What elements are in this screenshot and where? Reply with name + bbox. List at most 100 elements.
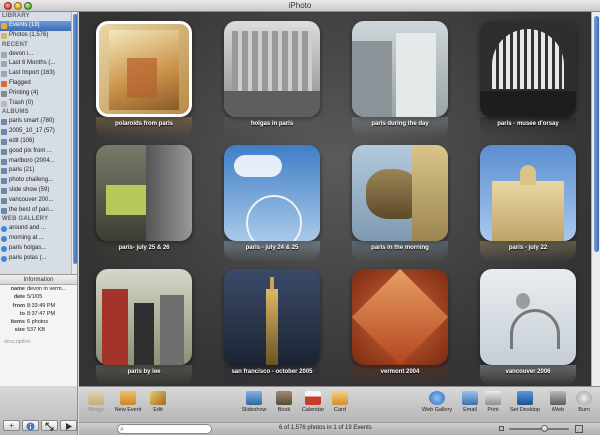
event-tile[interactable]: paris - july 24 & 25 bbox=[224, 145, 320, 262]
zoom-slider[interactable] bbox=[509, 428, 569, 430]
sidebar-item-album[interactable]: 2005_10_17 (57) bbox=[0, 127, 72, 137]
sidebar-item-album[interactable]: marlboro (2004... bbox=[0, 157, 72, 167]
sidebar-item-recent[interactable]: Printing (4) bbox=[0, 89, 72, 99]
play-slideshow-button[interactable] bbox=[60, 420, 77, 431]
sidebar-scroll-thumb[interactable] bbox=[73, 14, 77, 264]
edit-button[interactable]: Edit bbox=[149, 391, 167, 413]
event-tile[interactable]: vancouver 2006 bbox=[480, 269, 576, 386]
web-gallery-button[interactable]: Web Gallery bbox=[419, 391, 455, 413]
email-icon bbox=[462, 391, 478, 405]
event-title[interactable]: paris by lee bbox=[86, 369, 202, 375]
sidebar-item-recent[interactable]: devon i... bbox=[0, 50, 72, 60]
sidebar-item-recent[interactable]: Last 6 Months (... bbox=[0, 59, 72, 69]
album-icon bbox=[1, 187, 7, 194]
sidebar-item-recent[interactable]: Last Import (163) bbox=[0, 69, 72, 79]
event-thumbnail[interactable] bbox=[480, 145, 576, 241]
slideshow-button[interactable]: Slideshow bbox=[239, 391, 269, 413]
event-thumbnail[interactable] bbox=[224, 21, 320, 117]
sidebar-item-album[interactable]: paris (21) bbox=[0, 166, 72, 176]
events-icon bbox=[1, 23, 7, 29]
event-title[interactable]: holgas in paris bbox=[214, 121, 330, 127]
sidebar-item-album[interactable]: edit (106) bbox=[0, 137, 72, 147]
new-event-button[interactable]: New Event bbox=[112, 391, 144, 413]
set-desktop-button[interactable]: Set Desktop bbox=[507, 391, 543, 413]
sidebar-item-web-gallery[interactable]: paris polas (... bbox=[0, 254, 72, 264]
event-tile[interactable]: vermont 2004 bbox=[352, 269, 448, 386]
zoom-in-icon[interactable] bbox=[575, 425, 583, 433]
info-button[interactable] bbox=[22, 420, 39, 431]
globe-icon bbox=[1, 255, 7, 262]
expand-icon bbox=[45, 422, 54, 431]
event-title[interactable]: paris- july 25 & 26 bbox=[86, 245, 202, 251]
sidebar-item-web-gallery[interactable]: morning at ... bbox=[0, 234, 72, 244]
album-icon bbox=[1, 207, 7, 214]
sidebar-item-photos[interactable]: Photos (1,576) bbox=[0, 31, 72, 41]
zoom-slider-knob[interactable] bbox=[541, 425, 548, 432]
event-title[interactable]: san francisco - october 2005 bbox=[214, 369, 330, 375]
sidebar-item-album[interactable]: slide show (59) bbox=[0, 186, 72, 196]
sidebar-item-recent[interactable]: Trash (0) bbox=[0, 99, 72, 109]
sidebar-item-recent[interactable]: Flagged bbox=[0, 79, 72, 89]
event-thumbnail[interactable] bbox=[480, 269, 576, 365]
full-screen-button[interactable] bbox=[41, 420, 58, 431]
event-thumbnail[interactable] bbox=[224, 269, 320, 365]
event-tile[interactable]: paris in the morning bbox=[352, 145, 448, 262]
events-scrollbar[interactable] bbox=[591, 12, 600, 386]
sidebar-item-events[interactable]: Events (19) bbox=[0, 21, 72, 31]
card-button[interactable]: Card bbox=[331, 391, 349, 413]
calendar-button[interactable]: Calendar bbox=[299, 391, 327, 413]
zoom-out-icon[interactable] bbox=[499, 426, 504, 431]
event-tile[interactable]: holgas in paris bbox=[224, 21, 320, 138]
album-icon bbox=[1, 178, 7, 185]
event-thumbnail[interactable] bbox=[96, 21, 192, 117]
merge-button[interactable]: Merge bbox=[85, 391, 107, 413]
sidebar-item-album[interactable]: vancouver 200... bbox=[0, 196, 72, 206]
event-thumbnail[interactable] bbox=[480, 21, 576, 117]
event-tile[interactable]: san francisco - october 2005 bbox=[224, 269, 320, 386]
pencil-icon bbox=[150, 391, 166, 405]
event-tile[interactable]: polaroids from paris bbox=[96, 21, 192, 138]
event-thumbnail[interactable] bbox=[352, 145, 448, 241]
event-title[interactable]: polaroids from paris bbox=[86, 121, 202, 127]
print-button[interactable]: Print bbox=[484, 391, 502, 413]
sidebar-item-album[interactable]: paris smart (780) bbox=[0, 117, 72, 127]
event-thumbnail[interactable] bbox=[96, 269, 192, 365]
trash-icon bbox=[1, 100, 7, 107]
event-title[interactable]: paris - july 22 bbox=[470, 245, 586, 251]
email-button[interactable]: Email bbox=[460, 391, 480, 413]
event-thumbnail[interactable] bbox=[224, 145, 320, 241]
sidebar-scrollbar[interactable] bbox=[71, 12, 77, 274]
sidebar-item-album[interactable]: the best of pari... bbox=[0, 206, 72, 216]
event-tile[interactable]: paris during the day bbox=[352, 21, 448, 138]
sidebar-item-web-gallery[interactable]: paris holgas... bbox=[0, 244, 72, 254]
burn-button[interactable]: Burn bbox=[574, 391, 594, 413]
add-album-button[interactable]: + bbox=[3, 420, 20, 431]
event-title[interactable]: paris during the day bbox=[342, 121, 458, 127]
sidebar-item-web-gallery[interactable]: around and ... bbox=[0, 224, 72, 234]
event-title[interactable]: paris - musee d'orsay bbox=[470, 121, 586, 127]
event-tile[interactable]: paris- july 25 & 26 bbox=[96, 145, 192, 262]
calendar-icon bbox=[305, 391, 321, 405]
event-title[interactable]: paris - july 24 & 25 bbox=[214, 245, 330, 251]
event-title[interactable]: paris in the morning bbox=[342, 245, 458, 251]
event-tile[interactable]: paris by lee bbox=[96, 269, 192, 386]
event-title[interactable]: vermont 2004 bbox=[342, 369, 458, 375]
event-thumbnail[interactable] bbox=[96, 145, 192, 241]
sidebar-item-album[interactable]: photo challeng... bbox=[0, 176, 72, 186]
printer-icon bbox=[1, 90, 7, 97]
book-button[interactable]: Book bbox=[274, 391, 294, 413]
search-field[interactable]: ⌕ bbox=[117, 424, 212, 434]
events-scroll-thumb[interactable] bbox=[594, 16, 599, 252]
source-list-tools: + bbox=[0, 386, 78, 435]
event-title[interactable]: vancouver 2006 bbox=[470, 369, 586, 375]
flag-icon bbox=[1, 80, 7, 87]
event-tile[interactable]: paris - july 22 bbox=[480, 145, 576, 262]
album-icon bbox=[1, 158, 7, 165]
description-field[interactable]: description bbox=[0, 335, 77, 349]
info-icon bbox=[26, 422, 35, 431]
iweb-button[interactable]: iWeb bbox=[549, 391, 567, 413]
event-tile[interactable]: paris - musee d'orsay bbox=[480, 21, 576, 138]
event-thumbnail[interactable] bbox=[352, 21, 448, 117]
event-thumbnail[interactable] bbox=[352, 269, 448, 365]
sidebar-item-album[interactable]: good pix from ... bbox=[0, 147, 72, 157]
